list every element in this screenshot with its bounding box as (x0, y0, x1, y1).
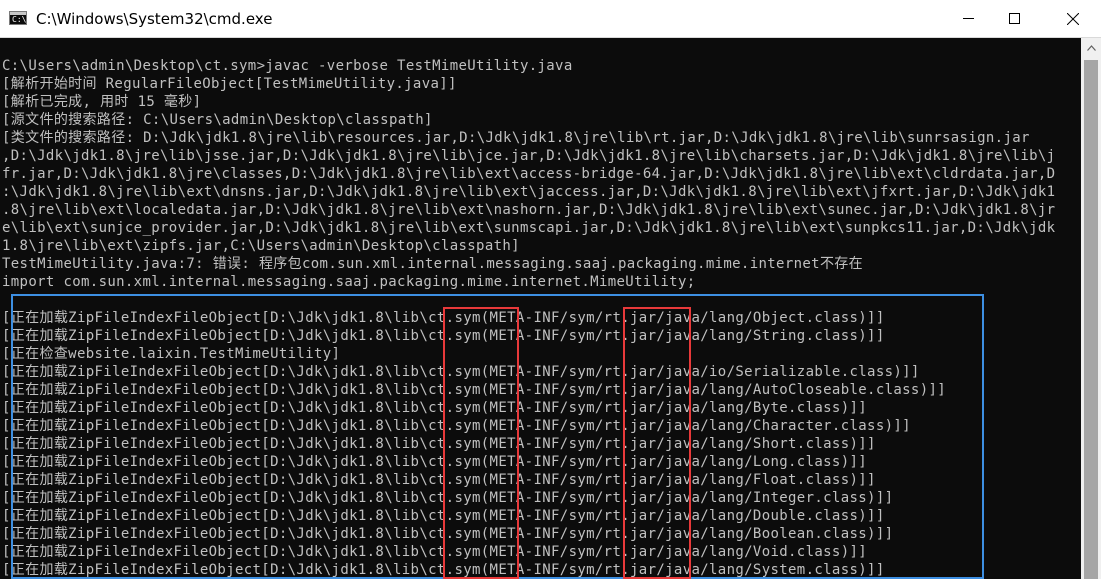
console-line: fr.jar,D:\Jdk\jdk1.8\jre\classes,D:\Jdk\… (2, 166, 1056, 182)
window-title: C:\Windows\System32\cmd.exe (36, 10, 273, 28)
console-line: [正在加载ZipFileIndexFileObject[D:\Jdk\jdk1.… (2, 328, 885, 344)
scroll-up-button[interactable] (1081, 38, 1101, 58)
console-line: [正在加载ZipFileIndexFileObject[D:\Jdk\jdk1.… (2, 400, 868, 416)
console-line: [类文件的搜索路径: D:\Jdk\jdk1.8\jre\lib\resourc… (2, 130, 1030, 146)
console-line: TestMimeUtility.java:7: 错误: 程序包com.sun.x… (2, 256, 863, 272)
console-line: [正在加载ZipFileIndexFileObject[D:\Jdk\jdk1.… (2, 418, 911, 434)
maximize-icon (1008, 13, 1020, 24)
console-line: [正在检查website.laixin.TestMimeUtility] (2, 346, 341, 362)
minimize-button[interactable] (945, 0, 991, 37)
console-line: 1.8\jre\lib\ext\zipfs.jar,C:\Users\admin… (2, 238, 520, 254)
close-icon (1067, 12, 1079, 25)
console-line: [解析已完成, 用时 15 毫秒] (2, 94, 202, 110)
console-line: :\Jdk\jdk1.8\jre\lib\ext\dnsns.jar,D:\Jd… (2, 184, 1056, 200)
console-line: [解析开始时间 RegularFileObject[TestMimeUtilit… (2, 76, 457, 92)
console-line: [正在加载ZipFileIndexFileObject[D:\Jdk\jdk1.… (2, 436, 876, 452)
cmd-icon[interactable]: C:\ (9, 11, 27, 25)
cmd-window: C:\ C:\Windows\System32\cmd.exe C:\Users… (0, 0, 1101, 579)
console-line: [正在加载ZipFileIndexFileObject[D:\Jdk\jdk1.… (2, 382, 947, 398)
chevron-up-icon (1086, 45, 1096, 51)
console-line: [正在加载ZipFileIndexFileObject[D:\Jdk\jdk1.… (2, 508, 885, 524)
console-line: C:\Users\admin\Desktop\ct.sym>javac -ver… (2, 58, 573, 74)
console-line: [正在加载ZipFileIndexFileObject[D:\Jdk\jdk1.… (2, 544, 868, 560)
maximize-button[interactable] (991, 0, 1037, 37)
console-line: [正在加载ZipFileIndexFileObject[D:\Jdk\jdk1.… (2, 490, 894, 506)
console-line: [正在加载ZipFileIndexFileObject[D:\Jdk\jdk1.… (2, 454, 868, 470)
console-line: [正在加载ZipFileIndexFileObject[D:\Jdk\jdk1.… (2, 364, 920, 380)
title-bar[interactable]: C:\ C:\Windows\System32\cmd.exe (0, 0, 1101, 38)
console-line: [源文件的搜索路径: C:\Users\admin\Desktop\classp… (2, 112, 433, 128)
console-output[interactable]: C:\Users\admin\Desktop\ct.sym>javac -ver… (0, 38, 1081, 579)
close-button[interactable] (1045, 0, 1101, 37)
console-line: e\lib\ext\sunjce_provider.jar,D:\Jdk\jdk… (2, 220, 1056, 236)
scroll-thumb[interactable] (1084, 60, 1098, 579)
minimize-icon (962, 18, 974, 19)
vertical-scrollbar[interactable] (1081, 38, 1101, 579)
cmd-icon-prompt: C:\ (12, 15, 27, 24)
console-line: [正在加载ZipFileIndexFileObject[D:\Jdk\jdk1.… (2, 562, 885, 578)
console-line: ,D:\Jdk\jdk1.8\jre\lib\jsse.jar,D:\Jdk\j… (2, 148, 1056, 164)
console-line: [正在加载ZipFileIndexFileObject[D:\Jdk\jdk1.… (2, 310, 885, 326)
console-line: import com.sun.xml.internal.messaging.sa… (2, 274, 696, 290)
console-line: .8\jre\lib\ext\localedata.jar,D:\Jdk\jdk… (2, 202, 1056, 218)
console-line: [正在加载ZipFileIndexFileObject[D:\Jdk\jdk1.… (2, 472, 876, 488)
console-line: [正在加载ZipFileIndexFileObject[D:\Jdk\jdk1.… (2, 526, 894, 542)
